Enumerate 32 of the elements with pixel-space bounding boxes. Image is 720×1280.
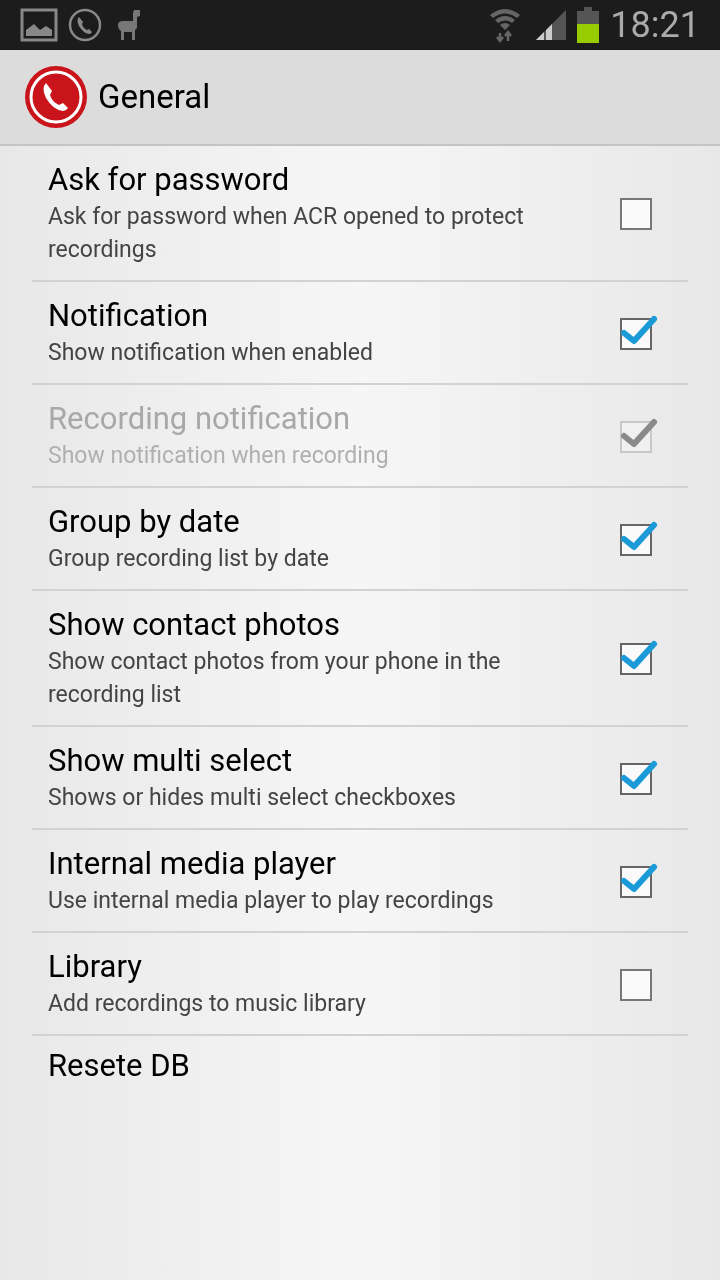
preference-summary: Show notification when recording xyxy=(48,441,390,471)
clock-time: 18:21 xyxy=(610,7,700,43)
preference-title: Internal media player xyxy=(48,844,338,884)
preference-row[interactable]: Show contact photos Show contact photos from your phone in the recording list xyxy=(32,591,688,727)
preference-row[interactable]: Notification Show notification when enabled xyxy=(32,282,688,385)
screen-title: General xyxy=(98,76,211,119)
preference-summary: Use internal media player to play recordings xyxy=(48,886,495,916)
preference-title: Library xyxy=(48,947,143,987)
preference-title: Notification xyxy=(48,296,210,336)
image-icon xyxy=(20,8,58,42)
preference-row[interactable]: Internal media player Use internal media player to play recordings xyxy=(32,830,688,933)
app-logo-icon xyxy=(24,65,88,129)
preference-row[interactable]: Show multi select Shows or hides multi select checkboxes xyxy=(32,727,688,830)
preference-title: Ask for password xyxy=(48,160,291,200)
preference-summary: Group recording list by date xyxy=(48,544,330,574)
preference-row[interactable]: Group by date Group recording list by date xyxy=(32,488,688,591)
preference-summary: Shows or hides multi select checkboxes xyxy=(48,783,457,813)
preference-summary: Add recordings to music library xyxy=(48,989,367,1019)
battery-icon xyxy=(576,7,601,43)
preference-summary: Show notification when enabled xyxy=(48,338,374,368)
phone-icon xyxy=(68,8,102,42)
preference-row[interactable]: Resete DB xyxy=(32,1036,688,1086)
preference-row[interactable]: Library Add recordings to music library xyxy=(32,933,688,1036)
preference-title: Group by date xyxy=(48,502,241,542)
preference-title: Show multi select xyxy=(48,741,294,781)
preference-title: Resete DB xyxy=(48,1046,191,1086)
preference-title: Show contact photos xyxy=(48,605,341,645)
preference-summary: Ask for password when ACR opened to protect recordings xyxy=(48,202,525,265)
preference-summary: Show contact photos from your phone in the recording list xyxy=(48,647,502,710)
signal-icon xyxy=(534,8,569,42)
preference-title: Recording notification xyxy=(48,399,352,439)
preference-row[interactable]: Ask for password Ask for password when ACR opened to protect recordings xyxy=(32,146,688,282)
